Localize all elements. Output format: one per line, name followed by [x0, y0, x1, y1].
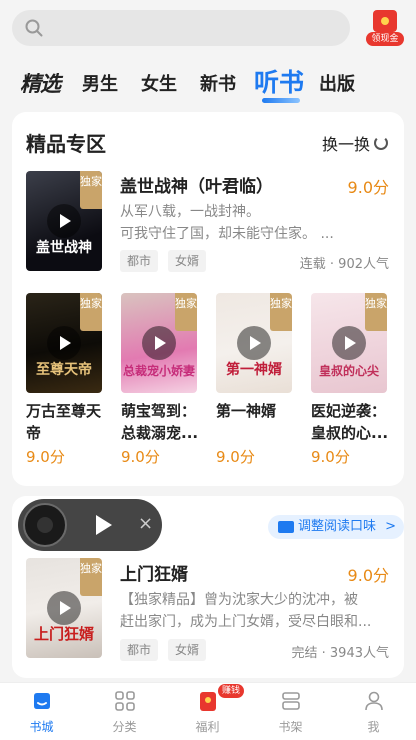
tag-chip[interactable]: 都市 — [120, 639, 159, 661]
nav-label: 我 — [367, 720, 380, 734]
book-title[interactable]: 第一神婿 — [216, 400, 296, 422]
nav-category[interactable]: 分类 — [83, 683, 166, 740]
book-description-line-2: 赶出家门，成为上门女婿，受尽白眼和... — [120, 614, 372, 630]
book-cover[interactable]: 皇叔的心尖 独家 — [311, 293, 387, 393]
play-icon[interactable] — [47, 591, 81, 625]
adjust-taste-label: 调整阅读口味 — [298, 519, 377, 534]
cover-title: 上门狂婿 — [33, 625, 94, 643]
book-description-line-1: 从军八载，一战封神。 — [120, 204, 260, 220]
play-icon[interactable] — [47, 326, 81, 360]
top-bar: 领现金 — [0, 0, 416, 56]
bookstore-icon — [34, 693, 50, 709]
book-score: 9.0分 — [311, 448, 350, 466]
premium-section: 精品专区 换一换 盖世战神 独家 盖世战神（叶君临） 9.0分 从军八载，一战封… — [12, 112, 404, 486]
refresh-label: 换一换 — [321, 135, 370, 154]
nav-label: 分类 — [112, 720, 137, 734]
book-title[interactable]: 医妃逆袭：皇叔的心... — [311, 400, 391, 444]
book-title[interactable]: 万古至尊天帝 — [26, 400, 106, 444]
bottom-nav: 书城 分类 福利 书架 我 — [0, 682, 416, 740]
book-title[interactable]: 萌宝驾到：总裁溺宠... — [121, 400, 201, 444]
cover-title: 至尊天帝 — [36, 362, 92, 378]
search-icon — [25, 19, 43, 37]
nav-label: 书架 — [278, 720, 303, 734]
category-tabs: 精选 男生 女生 新书 听书 出版 — [0, 60, 416, 104]
user-icon — [365, 691, 383, 711]
close-icon[interactable]: × — [138, 513, 153, 534]
red-envelope-icon — [200, 692, 216, 711]
nav-label: 福利 — [195, 720, 220, 734]
book-score: 9.0分 — [216, 448, 255, 466]
tab-male[interactable]: 男生 — [82, 70, 118, 96]
bookshelf-icon — [282, 692, 300, 710]
exclusive-badge: 独家 — [175, 293, 197, 331]
adjust-taste-button[interactable]: 调整阅读口味 > — [268, 515, 404, 539]
tag-chip[interactable]: 女婿 — [168, 250, 207, 272]
book-cover[interactable]: 盖世战神 独家 — [26, 171, 102, 271]
book-cover[interactable]: 第一神婿 独家 — [216, 293, 292, 393]
nav-me[interactable]: 我 — [332, 683, 415, 740]
refresh-button[interactable]: 换一换 — [322, 131, 388, 155]
book-cover[interactable]: 至尊天帝 独家 — [26, 293, 102, 393]
mini-player[interactable]: × — [18, 499, 162, 551]
album-disc-icon[interactable] — [23, 503, 67, 547]
red-envelope-icon — [373, 10, 397, 32]
nav-bookshelf[interactable]: 书架 — [249, 683, 332, 740]
cover-title: 总裁宠小娇妻 — [122, 364, 195, 378]
play-icon[interactable] — [142, 326, 176, 360]
tab-new-books[interactable]: 新书 — [200, 70, 236, 96]
cover-title: 第一神婿 — [226, 362, 282, 378]
cash-reward-label: 领现金 — [366, 32, 404, 46]
play-icon[interactable] — [332, 326, 366, 360]
book-cover[interactable]: 上门狂婿 独家 — [26, 558, 102, 658]
exclusive-badge: 独家 — [270, 293, 292, 331]
earn-badge: 赚钱 — [218, 684, 245, 698]
tag-chip[interactable]: 女婿 — [168, 639, 207, 661]
book-meta: 完结 · 3943人气 — [291, 646, 389, 661]
cover-title: 盖世战神 — [36, 240, 92, 256]
exclusive-badge: 独家 — [365, 293, 387, 331]
chevron-right-icon: > — [385, 519, 396, 534]
book-score: 9.0分 — [347, 178, 389, 197]
tab-audiobooks[interactable]: 听书 — [254, 63, 304, 103]
book-title[interactable]: 盖世战神（叶君临） — [120, 172, 273, 197]
cover-title: 皇叔的心尖 — [318, 364, 379, 378]
tab-published[interactable]: 出版 — [319, 70, 355, 96]
play-button[interactable] — [96, 515, 112, 535]
book-icon — [278, 521, 294, 533]
exclusive-badge: 独家 — [80, 558, 102, 596]
section-title: 精品专区 — [26, 132, 106, 156]
nav-bookstore[interactable]: 书城 — [0, 683, 83, 740]
book-meta: 连载 · 902人气 — [299, 257, 389, 272]
cash-reward-button[interactable]: 领现金 — [366, 10, 404, 46]
book-title[interactable]: 上门狂婿 — [120, 560, 188, 585]
book-description-line-1: 【独家精品】曾为沈家大少的沈冲，被 — [120, 592, 358, 608]
book-cover[interactable]: 总裁宠小娇妻 独家 — [121, 293, 197, 393]
tag-chip[interactable]: 都市 — [120, 250, 159, 272]
search-input[interactable] — [12, 10, 350, 46]
exclusive-badge: 独家 — [80, 171, 102, 209]
play-icon[interactable] — [47, 204, 81, 238]
nav-label: 书城 — [29, 720, 54, 734]
grid-icon — [115, 691, 135, 711]
book-score: 9.0分 — [26, 448, 65, 466]
refresh-icon — [374, 136, 388, 150]
book-description-line-2: 可我守住了国，却未能守住家。 ... — [120, 226, 334, 242]
tab-featured[interactable]: 精选 — [20, 68, 61, 98]
book-score: 9.0分 — [347, 566, 389, 585]
play-icon[interactable] — [237, 326, 271, 360]
book-score: 9.0分 — [121, 448, 160, 466]
tab-female[interactable]: 女生 — [141, 70, 177, 96]
exclusive-badge: 独家 — [80, 293, 102, 331]
